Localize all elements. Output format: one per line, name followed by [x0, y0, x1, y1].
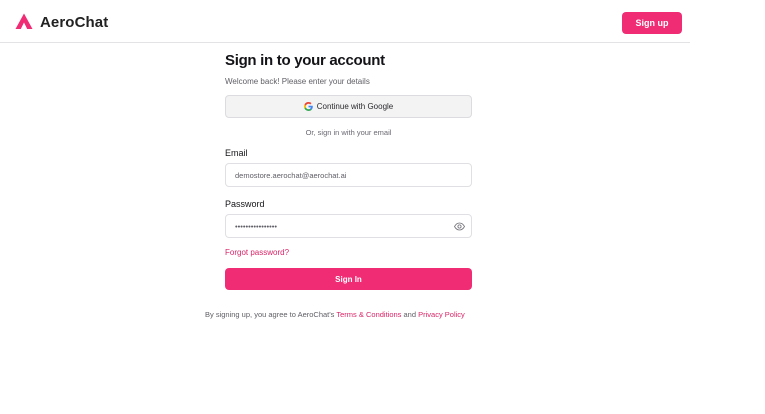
page-title: Sign in to your account — [225, 52, 385, 69]
password-label: Password — [225, 199, 265, 209]
sign-in-form: Sign in to your account Welcome back! Pl… — [225, 52, 472, 290]
aerochat-logo-icon — [15, 13, 33, 30]
logo-text: AeroChat — [40, 13, 109, 31]
google-button-label: Continue with Google — [316, 102, 394, 111]
terms-notice: By signing up, you agree to AeroChat's T… — [205, 310, 505, 319]
divider-text: Or, sign in with your email — [305, 128, 392, 137]
terms-and: and — [403, 310, 417, 319]
top-header: AeroChat Sign up — [0, 0, 690, 43]
page-subtitle: Welcome back! Please enter your details — [225, 77, 370, 86]
terms-conditions-link[interactable]: Terms & Conditions — [336, 310, 401, 319]
show-password-eye-icon[interactable] — [454, 222, 465, 231]
google-icon — [303, 102, 313, 111]
sign-up-button[interactable]: Sign up — [622, 12, 682, 34]
sign-in-button[interactable]: Sign In — [225, 268, 472, 290]
password-field-wrapper — [225, 214, 472, 238]
email-field-wrapper — [225, 163, 472, 187]
logo[interactable]: AeroChat — [14, 12, 108, 32]
terms-prefix: By signing up, you agree to AeroChat's — [205, 310, 335, 319]
email-label: Email — [225, 148, 248, 158]
forgot-password-link[interactable]: Forgot password? — [225, 248, 289, 257]
privacy-policy-link[interactable]: Privacy Policy — [418, 310, 465, 319]
email-field[interactable] — [226, 164, 471, 186]
password-field[interactable] — [226, 215, 471, 237]
continue-with-google-button[interactable]: Continue with Google — [225, 95, 472, 118]
